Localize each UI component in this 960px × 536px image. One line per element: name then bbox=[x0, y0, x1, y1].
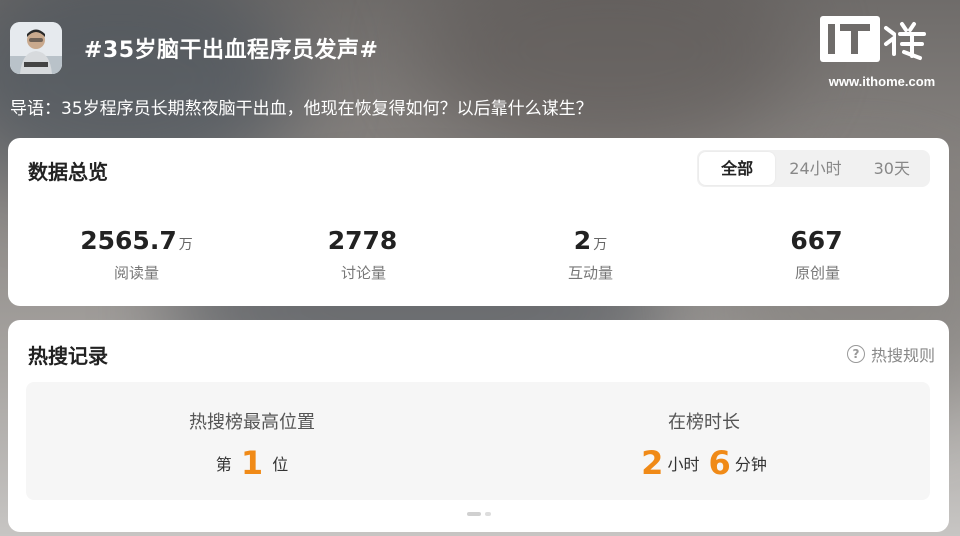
duration-hours-unit: 小时 bbox=[667, 455, 700, 474]
person-photo-icon bbox=[10, 22, 62, 74]
highest-rank-block: 热搜榜最高位置 第 1 位 bbox=[26, 408, 478, 482]
overview-title: 数据总览 bbox=[28, 160, 108, 184]
stat-unit: 万 bbox=[593, 237, 608, 253]
tab-24h[interactable]: 24小时 bbox=[777, 150, 853, 187]
duration-title: 在榜时长 bbox=[668, 412, 740, 433]
hot-search-rules-link[interactable]: ? 热搜规则 bbox=[846, 342, 935, 366]
stat-label: 讨论量 bbox=[340, 264, 386, 282]
stat-value: 2 bbox=[573, 226, 592, 255]
highest-rank-title: 热搜榜最高位置 bbox=[189, 412, 315, 433]
data-overview-card: 数据总览 全部 24小时 30天 2565.7 万 阅读量 2778 讨论量 2万… bbox=[8, 138, 949, 306]
logo-url: www.ithome.com bbox=[828, 74, 936, 89]
stats-row: 2565.7 万 阅读量 2778 讨论量 2万 互动量 667 原创量 bbox=[8, 226, 949, 283]
hot-search-card: 热搜记录 ? 热搜规则 热搜榜最高位置 第 1 位 在榜时长 2 小时 6 分钟 bbox=[8, 320, 949, 532]
rank-number: 1 bbox=[240, 444, 264, 482]
rank-prefix: 第 bbox=[215, 455, 232, 474]
stat-unit: 万 bbox=[178, 237, 193, 253]
stat-reads: 2565.7 万 阅读量 bbox=[23, 226, 250, 283]
topic-lead: 导语：35岁程序员长期熬夜脑干出血，他现在恢复得如何？以后靠什么谋生？ bbox=[10, 99, 593, 119]
stat-discussions: 2778 讨论量 bbox=[250, 226, 477, 283]
duration-minutes-unit: 分钟 bbox=[734, 455, 767, 474]
hot-search-stats-panel: 热搜榜最高位置 第 1 位 在榜时长 2 小时 6 分钟 bbox=[26, 382, 930, 500]
duration-hours: 2 bbox=[641, 444, 664, 482]
stat-label: 原创量 bbox=[794, 264, 840, 282]
rank-suffix: 位 bbox=[272, 455, 289, 474]
stat-value: 2565.7 bbox=[80, 226, 177, 255]
hot-search-title: 热搜记录 bbox=[28, 344, 108, 368]
topic-avatar[interactable] bbox=[10, 22, 62, 74]
tab-all[interactable]: 全部 bbox=[699, 152, 776, 185]
stat-value: 667 bbox=[790, 226, 843, 255]
page-dot-active bbox=[466, 512, 481, 516]
stat-label: 阅读量 bbox=[113, 264, 159, 282]
tab-30d[interactable]: 30天 bbox=[854, 150, 930, 187]
stat-label: 互动量 bbox=[567, 264, 613, 282]
stat-value: 2778 bbox=[327, 226, 398, 255]
stat-originals: 667 原创量 bbox=[704, 226, 931, 283]
stat-interactions: 2万 互动量 bbox=[477, 226, 704, 283]
time-range-tabs: 全部 24小时 30天 bbox=[697, 150, 930, 187]
duration-minutes: 6 bbox=[708, 444, 731, 482]
topic-title: #35岁脑干出血程序员发声# bbox=[84, 38, 379, 63]
page-dot bbox=[484, 512, 491, 516]
question-circle-icon: ? bbox=[846, 345, 865, 363]
rules-label: 热搜规则 bbox=[870, 346, 935, 365]
page-indicator bbox=[466, 512, 491, 516]
duration-block: 在榜时长 2 小时 6 分钟 bbox=[478, 408, 930, 482]
